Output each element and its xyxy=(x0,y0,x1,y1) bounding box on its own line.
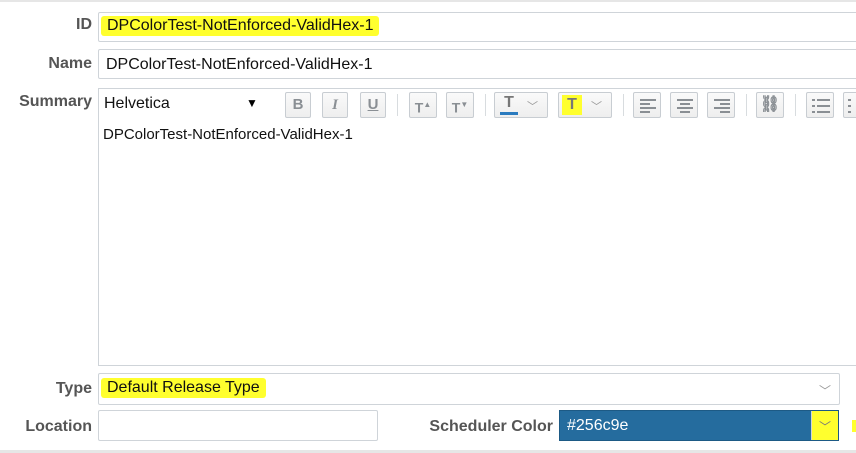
name-label: Name xyxy=(48,55,92,72)
summary-label: Summary xyxy=(19,93,92,110)
scheduler-color-dropdown-button[interactable]: ﹀ xyxy=(811,411,838,440)
id-field[interactable]: DPColorTest-NotEnforced-ValidHex-1 xyxy=(98,12,856,42)
color-preview-marker xyxy=(852,420,856,432)
align-center-icon xyxy=(677,99,693,113)
text-color-swatch xyxy=(500,112,518,115)
id-value: DPColorTest-NotEnforced-ValidHex-1 xyxy=(101,16,380,36)
link-icon: ⛓ xyxy=(759,96,781,113)
chevron-down-icon: ﹀ xyxy=(527,101,538,113)
chevron-down-icon: ﹀ xyxy=(819,420,832,434)
numbered-list-icon xyxy=(812,98,830,114)
toolbar-separator xyxy=(746,94,747,116)
chevron-down-icon: ﹀ xyxy=(819,384,832,398)
font-size-increase-button[interactable]: T▲ xyxy=(409,92,437,118)
summary-body-text[interactable]: DPColorTest-NotEnforced-ValidHex-1 xyxy=(103,126,353,143)
location-label: Location xyxy=(25,418,92,435)
type-select[interactable]: Default Release Type ﹀ xyxy=(98,373,840,405)
type-value: Default Release Type xyxy=(101,378,266,398)
numbered-list-button[interactable] xyxy=(806,92,834,118)
font-size-decrease-icon: T▼ xyxy=(451,99,469,116)
scheduler-color-select[interactable]: #256c9e ﹀ xyxy=(559,410,839,441)
highlight-color-icon: T xyxy=(562,95,582,115)
location-input[interactable] xyxy=(98,410,378,441)
font-size-increase-icon: T▲ xyxy=(414,99,432,116)
align-right-icon xyxy=(714,99,730,113)
underline-icon: U xyxy=(367,96,379,113)
link-button[interactable]: ⛓ xyxy=(756,92,784,118)
toolbar-separator xyxy=(623,94,624,116)
underline-button[interactable]: U xyxy=(360,92,386,118)
bullet-list-button[interactable] xyxy=(843,92,856,118)
align-left-icon xyxy=(640,99,656,113)
scheduler-color-value: #256c9e xyxy=(567,417,629,434)
align-right-button[interactable] xyxy=(707,92,735,118)
top-divider xyxy=(0,0,856,2)
font-size-decrease-button[interactable]: T▼ xyxy=(446,92,474,118)
chevron-down-icon: ﹀ xyxy=(591,101,602,113)
toolbar-separator xyxy=(485,94,486,116)
align-center-button[interactable] xyxy=(670,92,698,118)
bold-button[interactable]: B xyxy=(285,92,311,118)
bullet-list-icon xyxy=(848,98,856,114)
bold-icon: B xyxy=(292,96,304,113)
dropdown-triangle-icon: ▼ xyxy=(246,96,258,110)
scheduler-color-label: Scheduler Color xyxy=(429,418,553,435)
id-label: ID xyxy=(76,16,92,33)
toolbar-separator xyxy=(795,94,796,116)
text-color-icon: T xyxy=(504,94,514,111)
highlight-color-button[interactable]: T ﹀ xyxy=(558,92,612,118)
align-left-button[interactable] xyxy=(633,92,661,118)
italic-icon: I xyxy=(332,97,338,113)
text-color-button[interactable]: T ﹀ xyxy=(494,92,548,118)
name-field[interactable]: DPColorTest-NotEnforced-ValidHex-1 xyxy=(98,49,856,79)
font-family-value: Helvetica xyxy=(104,95,170,112)
font-family-select[interactable]: Helvetica ▼ xyxy=(100,93,264,115)
type-label: Type xyxy=(55,380,92,397)
toolbar-separator xyxy=(397,94,398,116)
name-value: DPColorTest-NotEnforced-ValidHex-1 xyxy=(106,56,373,73)
italic-button[interactable]: I xyxy=(322,92,348,118)
